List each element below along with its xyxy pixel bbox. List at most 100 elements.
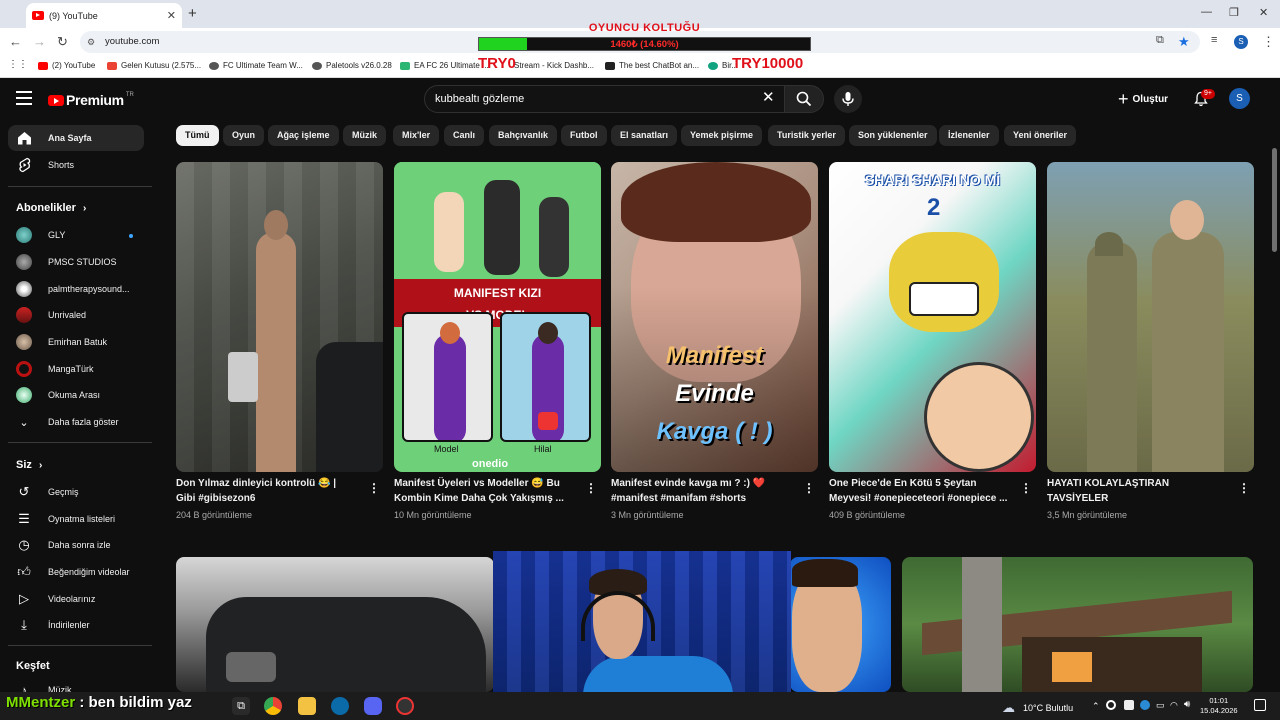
tray-app-icon[interactable] — [1140, 700, 1150, 710]
video-title[interactable]: Don Yılmaz dinleyici kontrolü 😂 | Gibi #… — [176, 477, 356, 507]
install-app-icon[interactable]: ⧉ — [1156, 34, 1164, 47]
chip[interactable]: El sanatları — [611, 125, 678, 146]
sidebar-item-watch-later[interactable]: ◷ Daha sonra izle — [8, 532, 144, 558]
chip[interactable]: Bahçıvanlık — [489, 125, 558, 146]
sidebar-item-subscription[interactable]: Emirhan Batuk — [8, 329, 144, 355]
youtube-premium-logo[interactable]: Premium TR — [48, 92, 134, 108]
sidebar-item-shorts[interactable]: Shorts — [8, 152, 144, 178]
task-view-icon[interactable]: ⧉ — [232, 697, 250, 715]
edge-icon[interactable] — [331, 697, 349, 715]
notification-center-icon[interactable] — [1254, 699, 1266, 711]
bookmark-item[interactable]: (2) YouTube — [38, 61, 95, 70]
bookmark-item[interactable]: Stream - Kick Dashb... — [514, 61, 594, 70]
profile-avatar-icon[interactable]: S — [1234, 35, 1248, 49]
apps-grid-icon[interactable]: ⋮⋮ — [8, 59, 28, 70]
forward-icon[interactable]: → — [33, 34, 46, 49]
sidebar-item-subscription[interactable]: PMSC STUDIOS — [8, 249, 144, 275]
video-thumbnail[interactable] — [1047, 162, 1254, 472]
chip[interactable]: Canlı — [444, 125, 485, 146]
clear-search-icon[interactable]: ✕ — [762, 90, 775, 106]
sidebar-item-subscription[interactable]: palmtherapysound... — [8, 276, 144, 302]
video-menu-icon[interactable]: ⋮ — [368, 482, 380, 494]
video-title[interactable]: Manifest evinde kavga mı ? :) ❤️ #manife… — [611, 477, 791, 507]
browser-tab[interactable]: (9) YouTube ✕ — [26, 3, 182, 28]
account-avatar[interactable]: S — [1229, 88, 1250, 109]
sidebar-item-home[interactable]: Ana Sayfa — [8, 125, 144, 151]
wifi-icon[interactable]: ◠ — [1170, 700, 1178, 711]
video-thumbnail[interactable] — [902, 557, 1253, 692]
video-thumbnail[interactable] — [790, 557, 891, 692]
url-text: youtube.com — [105, 36, 160, 47]
sidebar-item-subscription[interactable]: GLY — [8, 222, 144, 248]
sidebar-item-subscription[interactable]: Unrivaled — [8, 302, 144, 328]
tray-app-icon[interactable] — [1124, 700, 1134, 710]
bookmark-star-icon[interactable]: ★ — [1178, 34, 1190, 50]
search-input[interactable]: kubbealtı gözleme — [424, 85, 790, 113]
close-tab-icon[interactable]: ✕ — [167, 9, 176, 22]
chrome-icon[interactable] — [264, 697, 282, 715]
hamburger-menu-icon[interactable] — [16, 91, 32, 105]
chip[interactable]: Yeni öneriler — [1004, 125, 1077, 146]
donation-goal-amount: 1460₺ (14.60%) — [610, 39, 679, 50]
video-menu-icon[interactable]: ⋮ — [1020, 482, 1032, 494]
sidebar-item-your-videos[interactable]: ▷ Videolarınız — [8, 586, 144, 612]
chip[interactable]: Müzik — [343, 125, 387, 146]
video-title[interactable]: HAYATI KOLAYLAŞTIRAN TAVSİYELER — [1047, 477, 1227, 507]
video-thumbnail[interactable]: MANIFEST KIZI VS MODEL Model Hilal onedi… — [394, 162, 601, 472]
video-title[interactable]: One Piece'de En Kötü 5 Şeytan Meyvesi! #… — [829, 477, 1009, 507]
restore-icon[interactable]: ❐ — [1229, 6, 1239, 19]
video-menu-icon[interactable]: ⋮ — [1238, 482, 1250, 494]
chip[interactable]: Futbol — [561, 125, 607, 146]
file-explorer-icon[interactable] — [298, 697, 316, 715]
sidebar-item-downloads[interactable]: ⤓ İndirilenler — [8, 612, 144, 638]
sidebar-item-subscription[interactable]: Okuma Arası — [8, 382, 144, 408]
voice-search-button[interactable] — [834, 85, 862, 113]
sidebar-item-playlists[interactable]: ☰ Oynatma listeleri — [8, 506, 144, 532]
video-thumbnail[interactable]: Manifest Evinde Kavga ( ! ) — [611, 162, 818, 472]
chip[interactable]: Mix'ler — [393, 125, 440, 146]
site-info-icon[interactable]: ⚙ — [87, 31, 95, 53]
video-thumbnail[interactable] — [176, 557, 494, 692]
sidebar-item-show-more[interactable]: ⌄ Daha fazla göster — [8, 409, 144, 435]
sidebar-item-liked[interactable]: 👍︎ Beğendiğim videolar — [8, 559, 144, 585]
search-button[interactable] — [784, 85, 824, 113]
network-icon[interactable]: ▭ — [1156, 700, 1165, 711]
video-menu-icon[interactable]: ⋮ — [585, 482, 597, 494]
chip-all[interactable]: Tümü — [176, 125, 219, 146]
system-clock[interactable]: 01:01 15.04.2026 — [1200, 696, 1238, 716]
chip[interactable]: Son yüklenenler — [849, 125, 937, 146]
bookmark-item[interactable]: The best ChatBot an... — [605, 61, 699, 70]
bookmark-item[interactable]: FC Ultimate Team W... — [209, 61, 303, 70]
chip[interactable]: Yemek pişirme — [681, 125, 763, 146]
tray-app-icon[interactable] — [1106, 700, 1116, 710]
chip[interactable]: Ağaç işleme — [268, 125, 339, 146]
minimize-icon[interactable]: — — [1201, 6, 1212, 18]
chip[interactable]: Oyun — [223, 125, 265, 146]
bookmark-item[interactable]: Paletools v26.0.28 — [312, 61, 392, 70]
back-icon[interactable]: ← — [9, 34, 22, 49]
video-menu-icon[interactable]: ⋮ — [803, 482, 815, 494]
media-controls-icon[interactable]: ≡ — [1211, 34, 1217, 46]
bookmark-item[interactable]: EA FC 26 Ultimate ... — [400, 61, 489, 70]
sidebar-item-history[interactable]: ↺ Geçmiş — [8, 479, 144, 505]
chip[interactable]: İzlenenler — [939, 125, 999, 146]
sidebar-item-subscription[interactable]: MangaTürk — [8, 356, 144, 382]
you-heading[interactable]: Siz › — [16, 459, 42, 471]
close-window-icon[interactable]: ✕ — [1259, 6, 1268, 19]
video-thumbnail[interactable] — [176, 162, 383, 472]
page-scrollbar[interactable] — [1272, 148, 1277, 252]
obs-icon[interactable] — [396, 697, 414, 715]
reload-icon[interactable]: ↻ — [57, 34, 68, 50]
video-title[interactable]: Manifest Üyeleri vs Modeller 😅 Bu Kombin… — [394, 477, 574, 507]
subscriptions-heading[interactable]: Abonelikler › — [16, 202, 86, 214]
volume-icon[interactable]: 🔊︎ — [1184, 699, 1190, 710]
weather-widget[interactable]: ☁ 10°C Bulutlu — [1002, 700, 1073, 716]
chip[interactable]: Turistik yerler — [768, 125, 845, 146]
create-button[interactable]: + Oluştur — [1118, 89, 1168, 109]
new-tab-icon[interactable]: + — [188, 5, 197, 22]
bookmark-item[interactable]: Gelen Kutusu (2.575... — [107, 61, 201, 70]
discord-icon[interactable] — [364, 697, 382, 715]
tray-chevron-up-icon[interactable]: ⌃ — [1092, 701, 1100, 712]
video-thumbnail[interactable]: SHARI SHARI NO Mİ 2 — [829, 162, 1036, 472]
menu-kebab-icon[interactable]: ⋮ — [1262, 34, 1275, 50]
